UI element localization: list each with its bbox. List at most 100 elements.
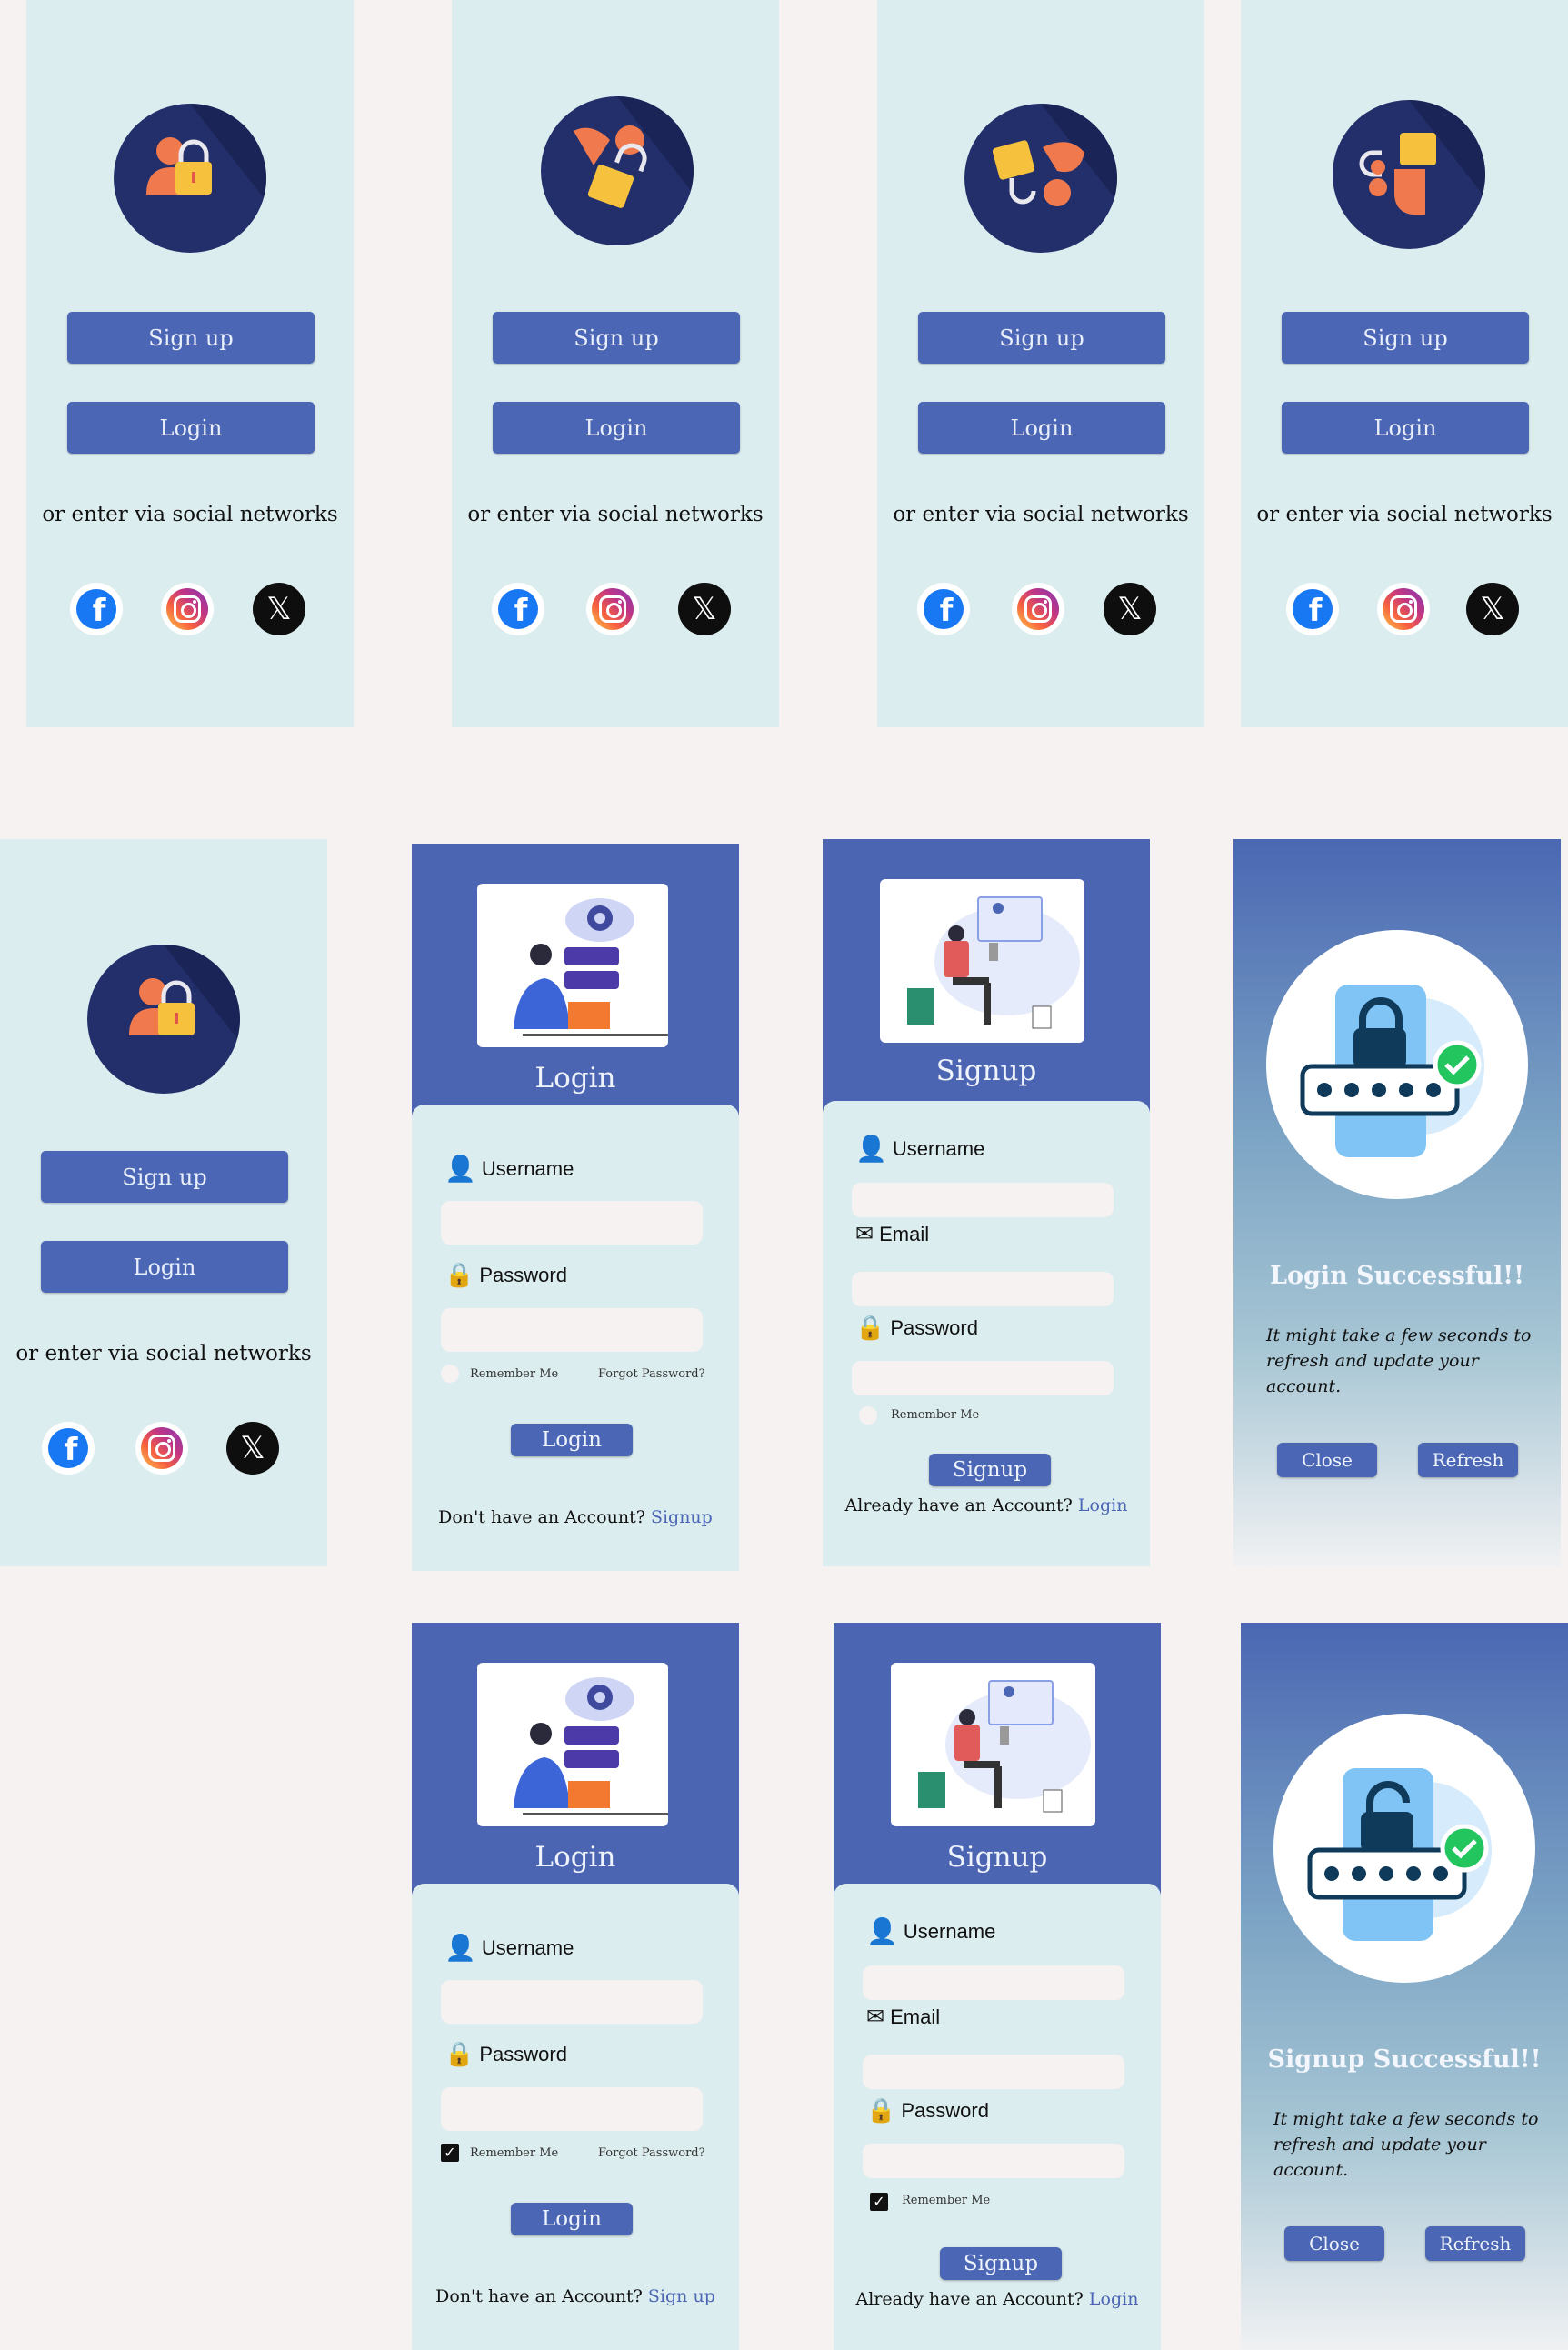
signup-button[interactable]: Sign up [41, 1151, 288, 1203]
password-label-text: Password [479, 1263, 567, 1286]
welcome-screen-2: Sign up Login or enter via social networ… [452, 0, 779, 727]
page-title: Login [534, 1841, 616, 1874]
x-icon[interactable]: 𝕏 [1466, 583, 1519, 635]
password-label-text: Password [890, 1315, 978, 1339]
x-icon[interactable]: 𝕏 [226, 1422, 279, 1475]
signup-button[interactable]: Sign up [918, 312, 1165, 364]
login-submit-button[interactable]: Login [511, 2203, 633, 2235]
username-input[interactable] [441, 1201, 703, 1245]
forgot-password-link[interactable]: Forgot Password? [598, 1367, 705, 1381]
signup-button[interactable]: Sign up [493, 312, 740, 364]
social-networks-text: or enter via social networks [42, 503, 338, 526]
remember-me-checkbox[interactable]: ✓ [441, 2144, 459, 2162]
lock-icon: 🔒 [444, 1261, 474, 1288]
signup-button[interactable]: Sign up [1282, 312, 1529, 364]
password-label-text: Password [901, 2098, 989, 2122]
instagram-icon[interactable] [586, 583, 639, 635]
success-illustration [1273, 1714, 1535, 1983]
lock-shapes-hero-icon [541, 96, 694, 245]
login-link[interactable]: Login [1078, 1495, 1128, 1515]
password-label: 🔒 Password [855, 1314, 978, 1342]
lock-icon: 🔒 [855, 1314, 885, 1341]
instagram-icon[interactable] [161, 583, 214, 635]
user-lock-hero-icon [87, 945, 240, 1094]
login-card: 👤 Username 🔒 Password ✓ Remember Me Forg… [412, 1884, 739, 2350]
username-label: 👤 Username [444, 1154, 574, 1184]
username-input[interactable] [863, 1965, 1124, 2000]
user-lock-hero-icon [114, 104, 266, 253]
close-button[interactable]: Close [1277, 1443, 1377, 1477]
refresh-button[interactable]: Refresh [1418, 1443, 1518, 1477]
welcome-screen-3: Sign up Login or enter via social networ… [877, 0, 1204, 727]
login-prompt-text: Already have an Account? [855, 2289, 1084, 2309]
login-button[interactable]: Login [493, 402, 740, 454]
signup-card: 👤 Username ✉ Email 🔒 Password ✓ Remember… [834, 1884, 1161, 2350]
remember-me-checkbox[interactable] [859, 1406, 877, 1425]
welcome-screen-5: Sign up Login or enter via social networ… [0, 839, 327, 1566]
login-prompt: Already have an Account? Login [834, 2289, 1161, 2309]
lock-shapes-hero-icon [1333, 100, 1485, 249]
x-icon[interactable]: 𝕏 [253, 583, 305, 635]
x-icon[interactable]: 𝕏 [1104, 583, 1156, 635]
lock-icon: 🔒 [444, 2040, 474, 2067]
mail-icon: ✉ [855, 1222, 874, 1246]
social-networks-text: or enter via social networks [893, 503, 1189, 526]
password-input[interactable] [852, 1361, 1114, 1395]
welcome-screen-4: Sign up Login or enter via social networ… [1241, 0, 1568, 727]
success-illustration [1266, 930, 1528, 1199]
instagram-icon[interactable] [1012, 583, 1064, 635]
facebook-icon[interactable]: f [917, 583, 970, 635]
email-label: ✉ Email [866, 2004, 940, 2030]
refresh-button[interactable]: Refresh [1425, 2226, 1525, 2261]
login-submit-button[interactable]: Login [511, 1424, 633, 1456]
facebook-icon[interactable]: f [42, 1422, 95, 1475]
password-input[interactable] [441, 1308, 703, 1352]
login-button[interactable]: Login [918, 402, 1165, 454]
login-card: 👤 Username 🔒 Password Remember Me Forgot… [412, 1105, 739, 1571]
login-button[interactable]: Login [1282, 402, 1529, 454]
social-networks-text: or enter via social networks [1256, 503, 1553, 526]
facebook-icon[interactable]: f [70, 583, 123, 635]
username-input[interactable] [852, 1183, 1114, 1217]
login-screen: Login 👤 Username 🔒 Password Remember Me … [412, 844, 739, 1571]
facebook-icon[interactable]: f [1286, 583, 1339, 635]
email-input[interactable] [852, 1272, 1114, 1306]
password-input[interactable] [863, 2144, 1124, 2178]
signup-button[interactable]: Sign up [67, 312, 315, 364]
username-label-text: Username [481, 1156, 574, 1180]
username-label-text: Username [903, 1919, 996, 1943]
username-label: 👤 Username [444, 1933, 574, 1963]
instagram-icon[interactable] [1377, 583, 1430, 635]
x-icon[interactable]: 𝕏 [678, 583, 731, 635]
login-link[interactable]: Login [1089, 2289, 1139, 2309]
signup-link[interactable]: Signup [651, 1507, 713, 1527]
remember-me-label: Remember Me [470, 1367, 559, 1381]
password-label: 🔒 Password [444, 2040, 567, 2068]
login-illustration [477, 884, 668, 1047]
username-label-text: Username [892, 1136, 985, 1160]
forgot-password-link[interactable]: Forgot Password? [598, 2146, 705, 2160]
login-button[interactable]: Login [67, 402, 315, 454]
signup-prompt-text: Don't have an Account? [438, 1507, 645, 1527]
login-prompt-text: Already have an Account? [844, 1495, 1073, 1515]
signup-submit-button[interactable]: Signup [929, 1454, 1051, 1486]
signup-link[interactable]: Sign up [648, 2286, 715, 2306]
login-illustration [477, 1663, 668, 1826]
instagram-icon[interactable] [135, 1422, 188, 1475]
facebook-icon[interactable]: f [492, 583, 544, 635]
login-button[interactable]: Login [41, 1241, 288, 1293]
close-button[interactable]: Close [1284, 2226, 1384, 2261]
email-input[interactable] [863, 2055, 1124, 2089]
lock-icon: 🔒 [866, 2096, 896, 2124]
password-input[interactable] [441, 2087, 703, 2131]
signup-illustration [880, 879, 1084, 1043]
remember-me-checkbox[interactable]: ✓ [870, 2193, 888, 2211]
user-icon: 👤 [444, 1155, 476, 1183]
signup-prompt: Don't have an Account? Sign up [412, 2286, 739, 2306]
signup-submit-button[interactable]: Signup [940, 2247, 1062, 2280]
username-input[interactable] [441, 1980, 703, 2024]
remember-me-checkbox[interactable] [441, 1365, 459, 1383]
welcome-screen-1: Sign up Login or enter via social networ… [26, 0, 354, 727]
signup-illustration [891, 1663, 1095, 1826]
signup-prompt-text: Don't have an Account? [435, 2286, 643, 2306]
